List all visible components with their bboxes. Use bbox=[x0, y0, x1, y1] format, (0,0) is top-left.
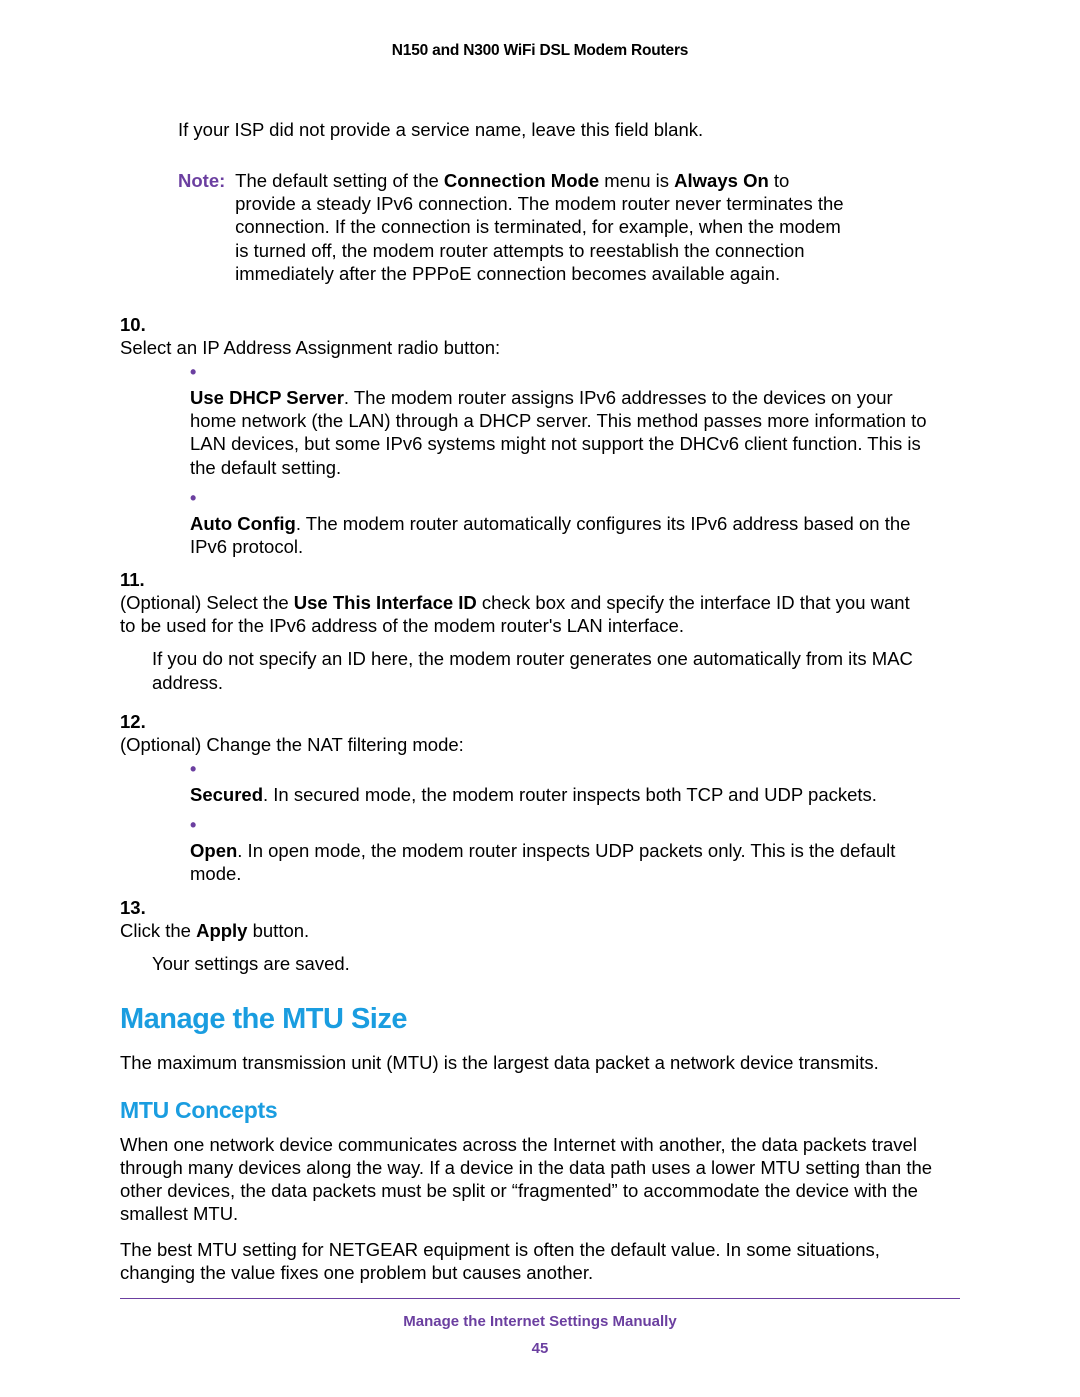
heading-manage-mtu: Manage the MTU Size bbox=[120, 1001, 960, 1037]
note-body: The default setting of the Connection Mo… bbox=[235, 169, 847, 285]
step-text: Click the Apply button. bbox=[120, 919, 928, 942]
list-item-body: Secured. In secured mode, the modem rout… bbox=[190, 783, 938, 806]
term-dhcp: Use DHCP Server bbox=[190, 387, 344, 408]
note-connection-mode: Connection Mode bbox=[444, 170, 599, 191]
note-block: Note: The default setting of the Connect… bbox=[178, 169, 960, 285]
list-item: • Use DHCP Server. The modem router assi… bbox=[190, 363, 960, 479]
paragraph-mtu-intro: The maximum transmission unit (MTU) is t… bbox=[120, 1051, 960, 1074]
step-text: (Optional) Select the Use This Interface… bbox=[120, 591, 928, 637]
text-bold: Use This Interface ID bbox=[294, 592, 477, 613]
step-text: (Optional) Change the NAT filtering mode… bbox=[120, 733, 928, 756]
list-item-body: Open. In open mode, the modem router ins… bbox=[190, 839, 938, 885]
page-header: N150 and N300 WiFi DSL Modem Routers bbox=[120, 42, 960, 60]
paragraph-isp-blank: If your ISP did not provide a service na… bbox=[178, 118, 960, 141]
step-13-follow: Your settings are saved. bbox=[152, 952, 960, 975]
step-number: 12. bbox=[120, 710, 150, 733]
footer-section-title: Manage the Internet Settings Manually bbox=[403, 1313, 676, 1330]
note-label: Note: bbox=[178, 169, 230, 192]
term-rest: . In open mode, the modem router inspect… bbox=[190, 840, 895, 884]
bullet-icon: • bbox=[190, 816, 210, 836]
note-text-pre: The default setting of the bbox=[235, 170, 444, 191]
page-footer: Manage the Internet Settings Manually 45 bbox=[120, 1298, 960, 1357]
heading-mtu-concepts: MTU Concepts bbox=[120, 1096, 960, 1125]
term-rest: . The modem router automatically configu… bbox=[190, 513, 910, 557]
step-11: 11. (Optional) Select the Use This Inter… bbox=[120, 568, 960, 637]
list-item-body: Auto Config. The modem router automatica… bbox=[190, 512, 938, 558]
text-pre: (Optional) Select the bbox=[120, 592, 294, 613]
bullet-icon: • bbox=[190, 489, 210, 509]
bullet-icon: • bbox=[190, 760, 210, 780]
step-text: Select an IP Address Assignment radio bu… bbox=[120, 336, 928, 359]
term-autoconfig: Auto Config bbox=[190, 513, 296, 534]
body-content: If your ISP did not provide a service na… bbox=[120, 118, 960, 1284]
step-12: 12. (Optional) Change the NAT filtering … bbox=[120, 710, 960, 756]
term-secured: Secured bbox=[190, 784, 263, 805]
bullet-icon: • bbox=[190, 363, 210, 383]
term-rest: . In secured mode, the modem router insp… bbox=[263, 784, 877, 805]
step-13: 13. Click the Apply button. bbox=[120, 896, 960, 942]
document-page: N150 and N300 WiFi DSL Modem Routers If … bbox=[0, 0, 1080, 1397]
step-number: 10. bbox=[120, 313, 150, 336]
step-10: 10. Select an IP Address Assignment radi… bbox=[120, 313, 960, 359]
text-bold: Apply bbox=[196, 920, 247, 941]
step-12-bullets: • Secured. In secured mode, the modem ro… bbox=[190, 760, 960, 886]
list-item: • Open. In open mode, the modem router i… bbox=[190, 816, 960, 885]
text-pre: Click the bbox=[120, 920, 196, 941]
text-post: button. bbox=[247, 920, 309, 941]
list-item-body: Use DHCP Server. The modem router assign… bbox=[190, 386, 938, 479]
step-number: 13. bbox=[120, 896, 150, 919]
paragraph-mtu-concepts-2: The best MTU setting for NETGEAR equipme… bbox=[120, 1238, 960, 1284]
term-open: Open bbox=[190, 840, 237, 861]
note-always-on: Always On bbox=[674, 170, 769, 191]
footer-page-number: 45 bbox=[120, 1340, 960, 1357]
list-item: • Secured. In secured mode, the modem ro… bbox=[190, 760, 960, 806]
step-number: 11. bbox=[120, 568, 150, 591]
note-text-mid: menu is bbox=[599, 170, 674, 191]
step-11-follow: If you do not specify an ID here, the mo… bbox=[152, 647, 960, 693]
list-item: • Auto Config. The modem router automati… bbox=[190, 489, 960, 558]
step-10-bullets: • Use DHCP Server. The modem router assi… bbox=[190, 363, 960, 558]
paragraph-mtu-concepts-1: When one network device communicates acr… bbox=[120, 1133, 960, 1226]
